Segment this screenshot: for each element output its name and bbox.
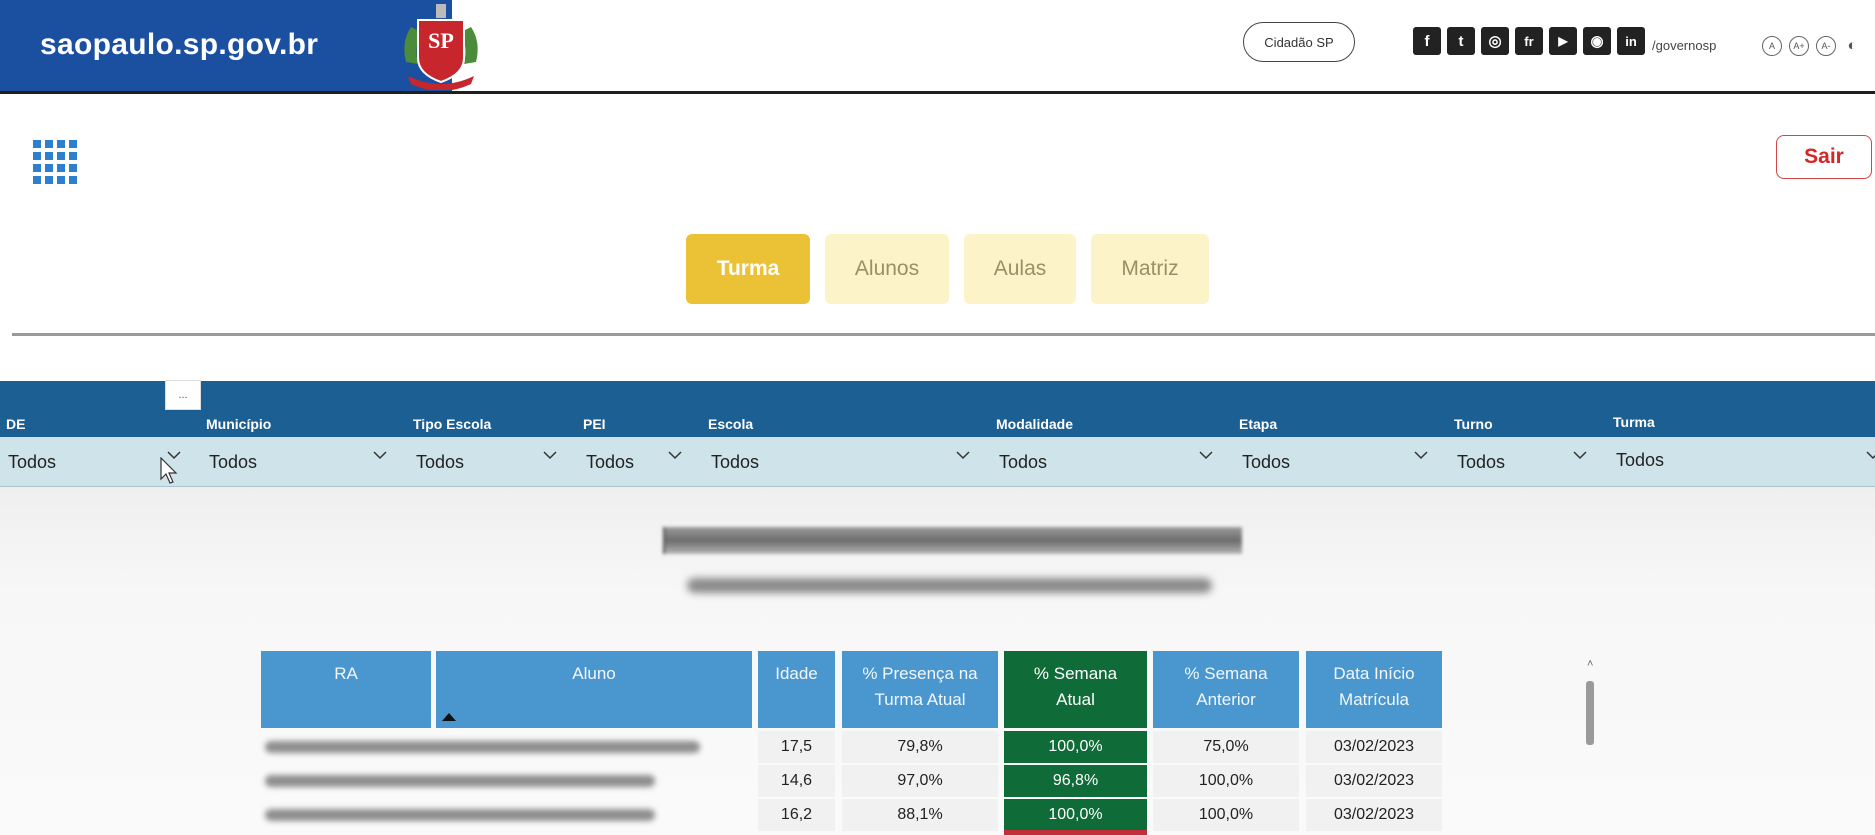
sort-ascending-icon[interactable] — [442, 713, 456, 721]
svg-text:SP: SP — [428, 28, 454, 53]
table-scrollbar[interactable] — [1586, 681, 1594, 745]
gov-domain-link[interactable]: saopaulo.sp.gov.br — [40, 28, 318, 62]
social-handle: /governosp — [1652, 38, 1717, 53]
cell-presenca: 97,0% — [842, 765, 998, 797]
filter-label-municipio: Município — [206, 416, 272, 432]
tab-turma[interactable]: Turma — [686, 234, 810, 304]
table-row[interactable]: 17,5 79,8% 100,0% 75,0% 03/02/2023 — [261, 731, 1442, 763]
cell-data-inicio: 03/02/2023 — [1306, 731, 1442, 763]
filter-select-municipio[interactable]: Todos — [209, 452, 257, 473]
filter-label-de: DE — [6, 416, 26, 432]
redacted-student-cell — [261, 799, 752, 831]
cell-idade: 14,6 — [758, 765, 835, 797]
filter-label-turno: Turno — [1454, 416, 1493, 432]
cell-semana-atual: 96,8% — [1004, 765, 1147, 797]
cell-presenca: 88,1% — [842, 799, 998, 831]
filter-label-etapa: Etapa — [1239, 416, 1278, 432]
col-header-idade[interactable]: Idade — [758, 651, 835, 728]
tab-aulas[interactable]: Aulas — [964, 234, 1076, 304]
filter-select-pei[interactable]: Todos — [586, 452, 634, 473]
filter-select-turma[interactable]: Todos — [1616, 450, 1664, 471]
gov-header: saopaulo.sp.gov.br SP Cidadão SP f t ◎ f… — [0, 0, 1875, 94]
tab-alunos[interactable]: Alunos — [825, 234, 949, 304]
chevron-down-icon[interactable] — [955, 447, 971, 463]
filter-select-turno[interactable]: Todos — [1457, 452, 1505, 473]
mouse-cursor-icon — [160, 457, 178, 484]
cell-semana-anterior: 75,0% — [1153, 731, 1299, 763]
sp-crest-logo[interactable]: SP — [396, 2, 486, 90]
cell-semana-atual: 100,0% — [1004, 799, 1147, 831]
apps-grid-icon[interactable] — [33, 140, 77, 184]
col-header-data-inicio[interactable]: Data Início Matrícula — [1306, 651, 1442, 728]
filter-label-tipo-escola: Tipo Escola — [413, 416, 492, 432]
col-header-aluno[interactable]: Aluno — [436, 651, 752, 728]
filter-select-de[interactable]: Todos — [8, 452, 56, 473]
cell-presenca: 79,8% — [842, 731, 998, 763]
col-header-ra[interactable]: RA — [261, 651, 431, 728]
contrast-icon[interactable]: ◐ — [1843, 36, 1861, 54]
scroll-up-icon[interactable]: ˄ — [1587, 658, 1593, 670]
chevron-down-icon[interactable] — [1198, 447, 1214, 463]
redacted-class-info — [687, 578, 1212, 593]
col-header-semana-anterior[interactable]: % Semana Anterior — [1153, 651, 1299, 728]
accessibility-controls: A A+ A- ◐ — [1762, 36, 1861, 56]
redacted-school-name — [663, 527, 1242, 554]
twitter-icon[interactable]: t — [1447, 27, 1475, 55]
filter-header-bar — [0, 381, 1875, 437]
social-links: f t ◎ fr ▶ ◉ in — [1413, 27, 1645, 55]
filter-values-bar — [0, 437, 1875, 487]
filter-select-etapa[interactable]: Todos — [1242, 452, 1290, 473]
facebook-icon[interactable]: f — [1413, 27, 1441, 55]
tab-matriz[interactable]: Matriz — [1091, 234, 1209, 304]
issuu-icon[interactable]: ◉ — [1583, 27, 1611, 55]
table-row[interactable]: 14,6 97,0% 96,8% 100,0% 03/02/2023 — [261, 765, 1442, 797]
row-highlight-red — [1004, 830, 1147, 835]
filter-label-turma: Turma — [1613, 414, 1655, 430]
cell-idade: 16,2 — [758, 799, 835, 831]
focus-mode-button[interactable]: ... — [165, 380, 201, 410]
linkedin-icon[interactable]: in — [1617, 27, 1645, 55]
filter-select-modalidade[interactable]: Todos — [999, 452, 1047, 473]
filter-label-escola: Escola — [708, 416, 754, 432]
section-divider — [12, 333, 1875, 336]
filter-label-pei: PEI — [583, 416, 606, 432]
cell-semana-atual: 100,0% — [1004, 731, 1147, 763]
col-header-semana-atual[interactable]: % Semana Atual — [1004, 651, 1147, 728]
chevron-down-icon[interactable] — [1572, 447, 1588, 463]
cell-data-inicio: 03/02/2023 — [1306, 765, 1442, 797]
sair-button[interactable]: Sair — [1776, 135, 1872, 179]
font-normal-icon[interactable]: A — [1762, 36, 1782, 56]
redacted-student-cell — [261, 765, 752, 797]
filter-label-modalidade: Modalidade — [996, 416, 1074, 432]
font-increase-icon[interactable]: A+ — [1789, 36, 1809, 56]
gov-brand-bar: saopaulo.sp.gov.br — [0, 0, 452, 91]
filter-select-tipo-escola[interactable]: Todos — [416, 452, 464, 473]
cell-idade: 17,5 — [758, 731, 835, 763]
cidadao-sp-button[interactable]: Cidadão SP — [1243, 22, 1355, 62]
col-header-presenca[interactable]: % Presença na Turma Atual — [842, 651, 998, 728]
chevron-down-icon[interactable] — [372, 447, 388, 463]
report-tabs: Turma Alunos Aulas Matriz — [686, 234, 1209, 304]
flickr-icon[interactable]: fr — [1515, 27, 1543, 55]
youtube-icon[interactable]: ▶ — [1549, 27, 1577, 55]
chevron-down-icon[interactable] — [542, 447, 558, 463]
cell-data-inicio: 03/02/2023 — [1306, 799, 1442, 831]
filter-select-escola[interactable]: Todos — [711, 452, 759, 473]
cell-semana-anterior: 100,0% — [1153, 799, 1299, 831]
chevron-down-icon[interactable] — [1865, 447, 1875, 463]
redacted-student-cell — [261, 731, 752, 763]
chevron-down-icon[interactable] — [667, 447, 683, 463]
chevron-down-icon[interactable] — [1413, 447, 1429, 463]
font-decrease-icon[interactable]: A- — [1816, 36, 1836, 56]
cell-semana-anterior: 100,0% — [1153, 765, 1299, 797]
instagram-icon[interactable]: ◎ — [1481, 27, 1509, 55]
table-row[interactable]: 16,2 88,1% 100,0% 100,0% 03/02/2023 — [261, 799, 1442, 831]
